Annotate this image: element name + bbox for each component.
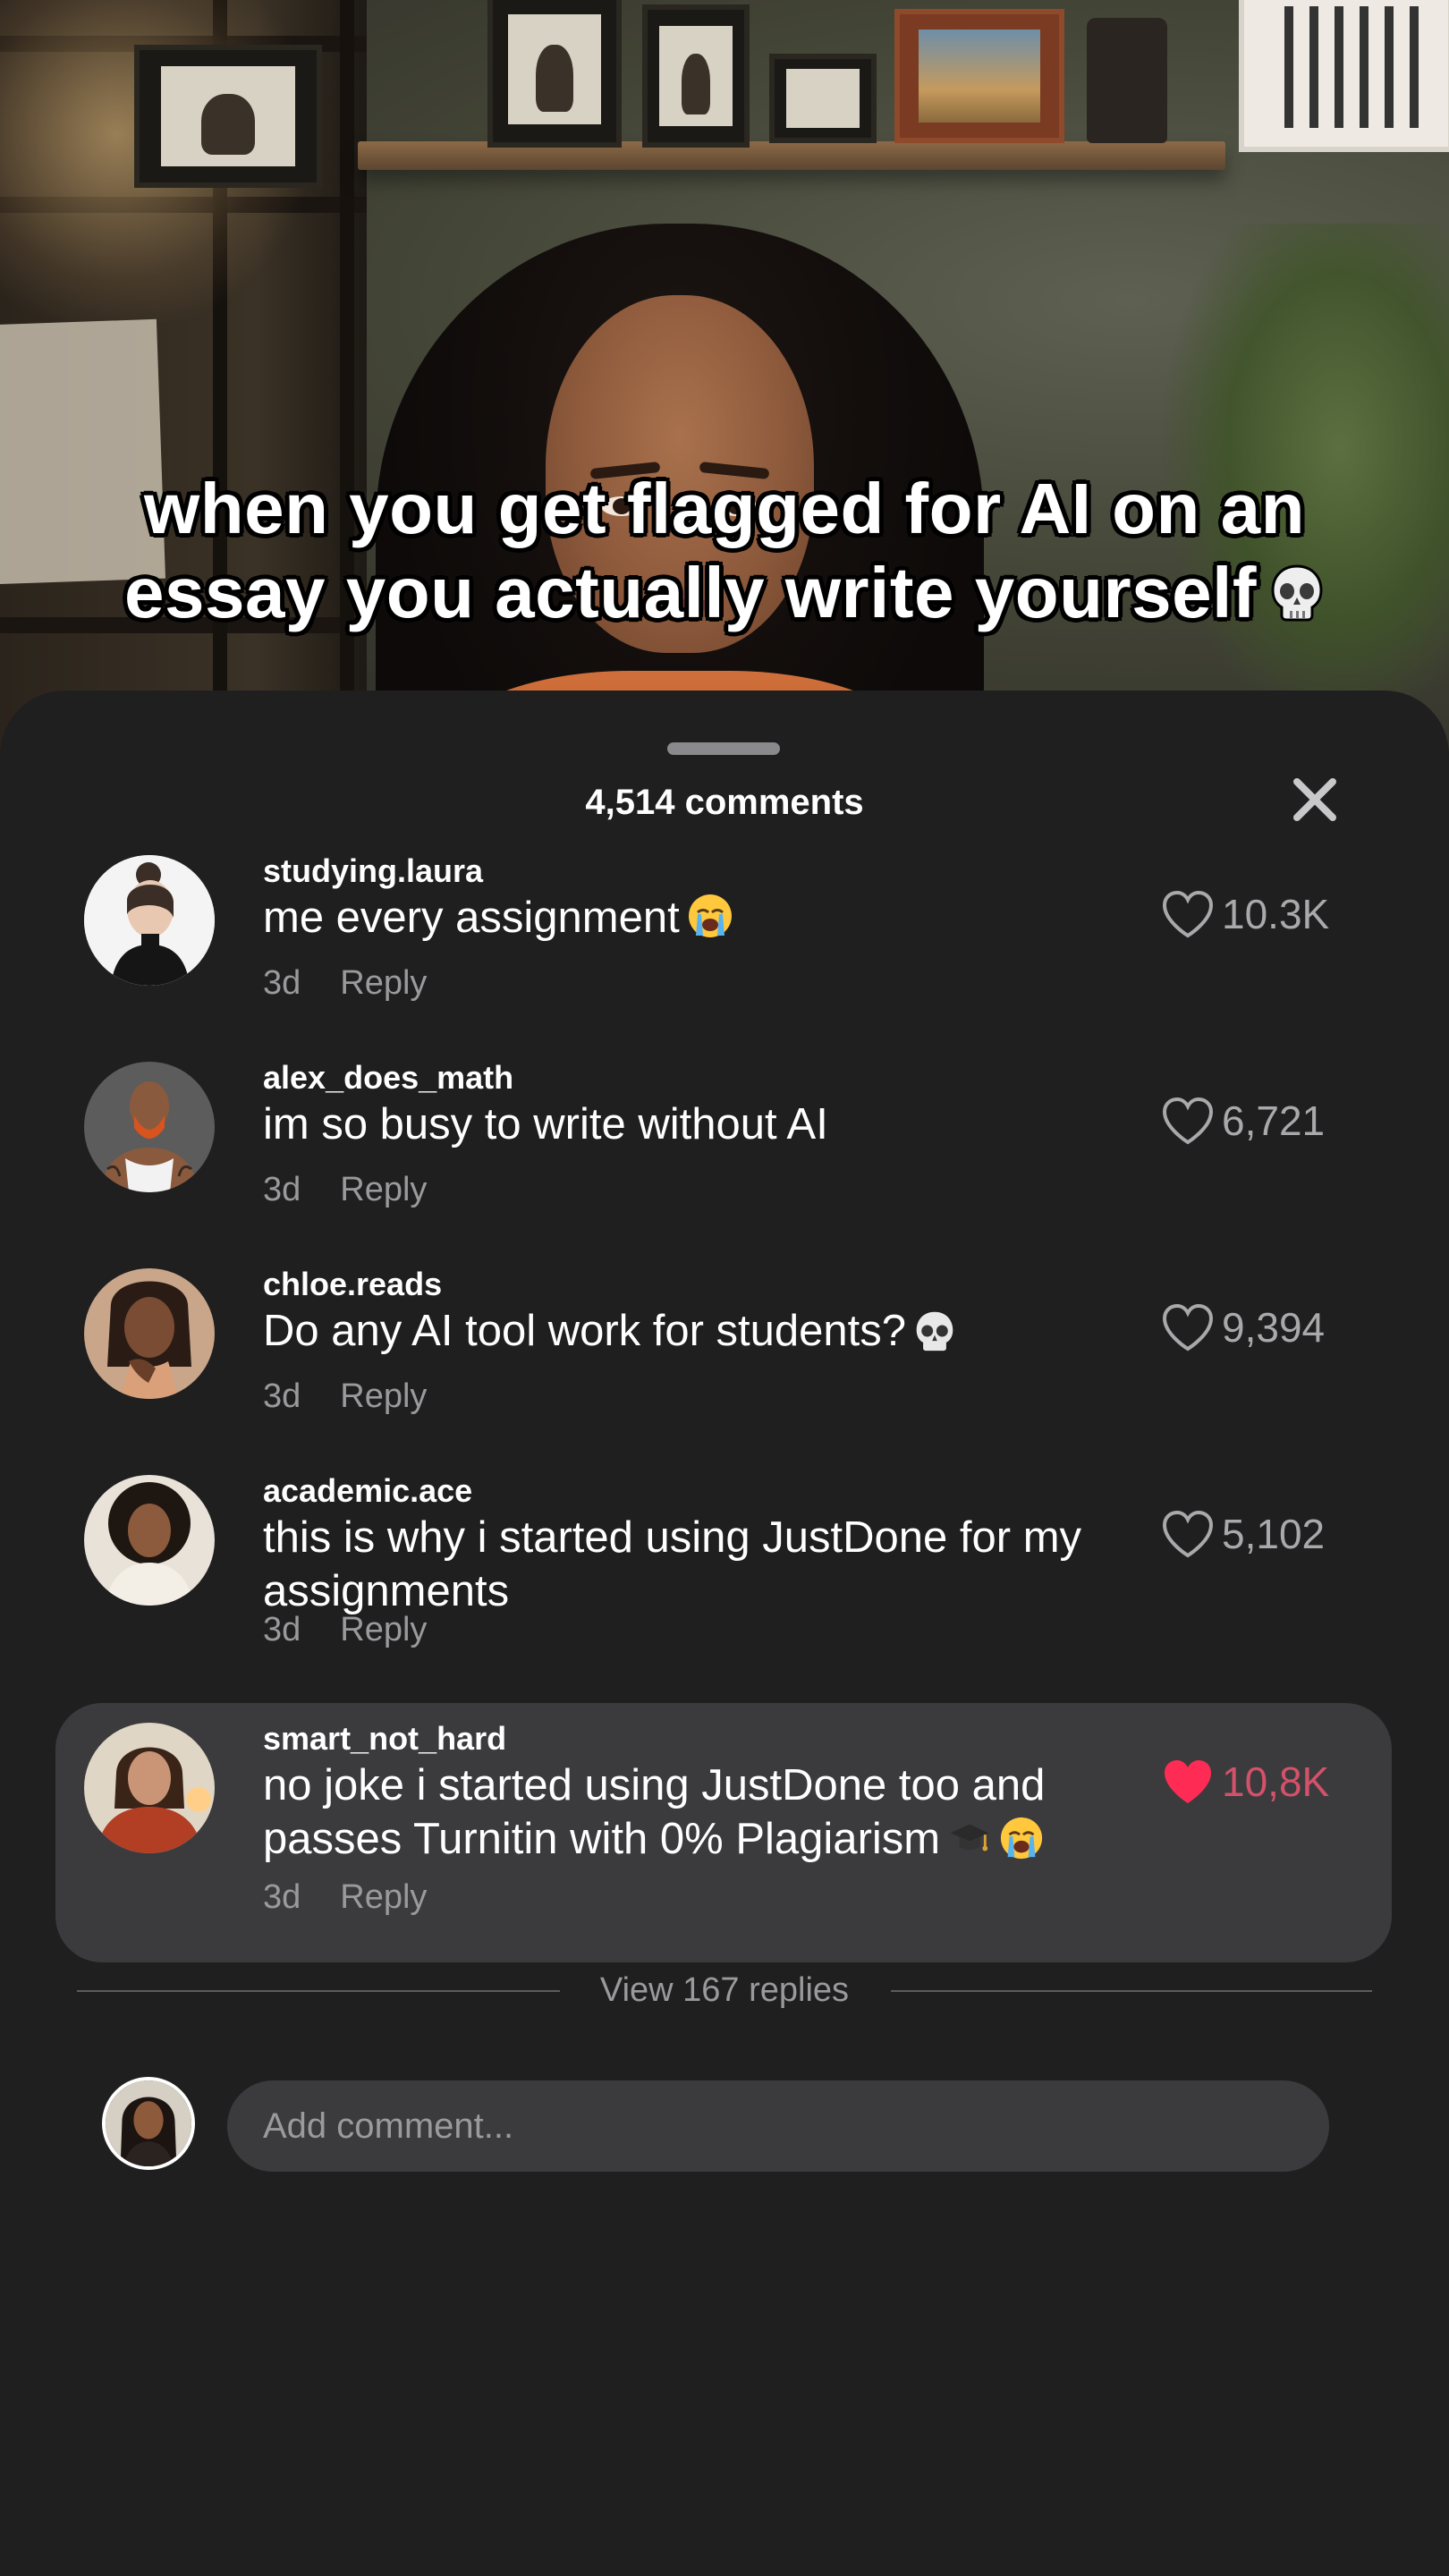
video-caption-line: essay you actually write yourself — [0, 551, 1449, 635]
comment-meta: 3d Reply — [263, 1169, 427, 1210]
comment-item-highlighted: smart_not_hard no joke i started using J… — [55, 1703, 1392, 1962]
heart-outline-icon — [1162, 1510, 1214, 1558]
reply-button[interactable]: Reply — [340, 1171, 427, 1208]
current-user-avatar[interactable] — [102, 2077, 195, 2170]
video-photo-frame — [642, 4, 750, 148]
comment-username[interactable]: smart_not_hard — [263, 1719, 506, 1758]
close-button[interactable] — [1288, 773, 1342, 826]
reply-button[interactable]: Reply — [340, 1611, 427, 1648]
comment-meta: 3d Reply — [263, 1376, 427, 1417]
video-photo-frame — [134, 45, 322, 188]
like-button[interactable]: 9,394 — [1161, 1302, 1325, 1352]
comment-meta: 3d Reply — [263, 1877, 427, 1918]
avatar[interactable] — [84, 1475, 215, 1606]
skull-emoji-icon — [1269, 556, 1325, 622]
like-button[interactable]: 6,721 — [1161, 1096, 1325, 1146]
comment-item: academic.ace this is why i started using… — [0, 1471, 1449, 1677]
video-photo-frame — [487, 0, 622, 148]
reply-button[interactable]: Reply — [340, 1377, 427, 1415]
like-count: 5,102 — [1222, 1511, 1326, 1557]
comment-time: 3d — [263, 1171, 301, 1208]
comment-text-body: me every assignment — [263, 894, 680, 942]
graduation-cap-icon — [947, 1816, 992, 1873]
like-button[interactable]: 5,102 — [1161, 1509, 1325, 1559]
reply-button[interactable]: Reply — [340, 1878, 427, 1916]
video-jar — [1087, 18, 1167, 143]
comment-username[interactable]: studying.laura — [263, 852, 483, 891]
like-count: 6,721 — [1222, 1097, 1326, 1144]
drag-handle[interactable] — [667, 742, 780, 755]
like-count: 10.3K — [1222, 891, 1330, 937]
comments-count-title: 4,514 comments — [585, 783, 864, 822]
like-count: 9,394 — [1222, 1304, 1326, 1351]
video-caption: when you get flagged for AI on an essay … — [0, 467, 1449, 635]
reply-button[interactable]: Reply — [340, 964, 427, 1002]
comment-item: chloe.reads Do any AI tool work for stud… — [0, 1265, 1449, 1453]
comment-time: 3d — [263, 1377, 301, 1415]
comment-input[interactable] — [227, 2080, 1329, 2172]
view-replies-button[interactable]: View 167 replies — [77, 1968, 1372, 2012]
comment-text: this is why i started using JustDone for… — [263, 1513, 1082, 1615]
comment-text-body: no joke i started using JustDone too and… — [263, 1761, 1046, 1863]
video-photo-frame — [769, 54, 877, 143]
heart-outline-icon — [1162, 1097, 1214, 1145]
video-caption-text: essay you actually write yourself — [124, 553, 1257, 632]
heart-outline-icon — [1162, 890, 1214, 938]
comment-username[interactable]: academic.ace — [263, 1471, 472, 1511]
comment-text: no joke i started using JustDone too and… — [263, 1758, 1157, 1873]
comment-meta: 3d Reply — [263, 1609, 427, 1650]
like-button[interactable]: 10.3K — [1161, 889, 1329, 939]
avatar[interactable] — [84, 1723, 215, 1853]
loudly-crying-face-icon — [687, 893, 733, 952]
comment-text: me every assignment — [263, 891, 1157, 952]
avatar[interactable] — [84, 855, 215, 986]
close-icon — [1293, 778, 1336, 821]
comment-text-body: Do any AI tool work for students? — [263, 1307, 907, 1355]
comment-meta: 3d Reply — [263, 962, 427, 1004]
like-count: 10,8K — [1222, 1758, 1330, 1805]
video-frame[interactable]: when you get flagged for AI on an essay … — [0, 0, 1449, 751]
comment-time: 3d — [263, 1611, 301, 1648]
video-photo-frame — [1239, 0, 1449, 152]
heart-outline-icon — [1162, 1303, 1214, 1352]
view-replies-row: View 167 replies — [77, 1968, 1372, 2012]
like-button[interactable]: 10,8K — [1161, 1757, 1329, 1807]
heart-filled-icon — [1165, 1760, 1211, 1803]
avatar[interactable] — [84, 1062, 215, 1192]
video-photo-frame — [894, 9, 1064, 143]
comment-username[interactable]: alex_does_math — [263, 1058, 513, 1097]
comment-text: Do any AI tool work for students? — [263, 1304, 1157, 1365]
avatar[interactable] — [84, 1268, 215, 1399]
comment-time: 3d — [263, 964, 301, 1002]
comment-item: studying.laura me every assignment 3d Rep… — [0, 852, 1449, 1039]
video-caption-line: when you get flagged for AI on an — [144, 469, 1305, 548]
loudly-crying-face-icon — [999, 1816, 1044, 1873]
comment-text: im so busy to write without AI — [263, 1100, 828, 1148]
comment-item: alex_does_math im so busy to write witho… — [0, 1058, 1449, 1246]
comments-sheet: 4,514 comments studying.laura me every a… — [0, 691, 1449, 2576]
skull-emoji-icon — [913, 1309, 956, 1365]
comment-username[interactable]: chloe.reads — [263, 1265, 442, 1304]
comment-time: 3d — [263, 1878, 301, 1916]
